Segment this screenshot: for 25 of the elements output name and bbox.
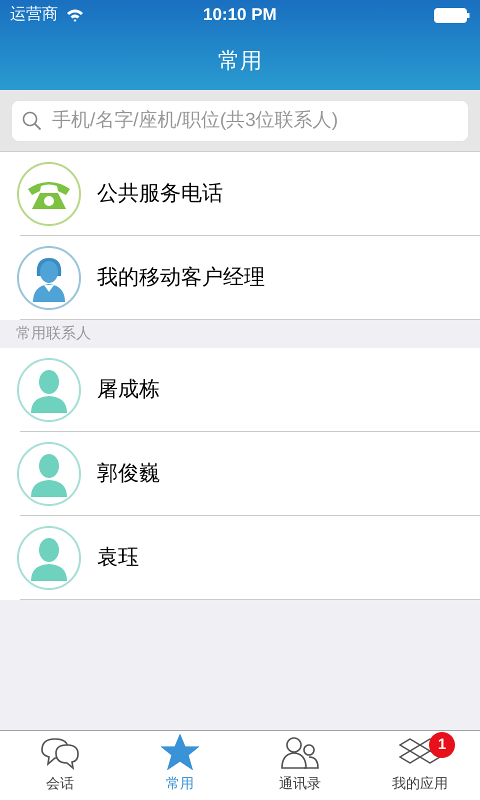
- search-field[interactable]: 手机/名字/座机/职位(共3位联系人): [12, 100, 468, 140]
- contact-name: 公共服务电话: [97, 181, 223, 208]
- chat-icon: [38, 736, 82, 770]
- contact-name: 屠成栋: [97, 377, 160, 404]
- phone-avatar-icon: [17, 162, 81, 226]
- battery-icon: [434, 8, 470, 22]
- contact-name: 郭俊巍: [97, 461, 160, 488]
- clock: 10:10 PM: [203, 4, 277, 26]
- star-icon: [161, 734, 199, 770]
- tab[interactable]: 1 我的应用: [360, 731, 480, 800]
- search-icon: [22, 110, 42, 130]
- section-header: 常用联系人: [16, 324, 91, 344]
- people-icon: [280, 736, 320, 770]
- carrier-label: 运营商: [10, 4, 58, 25]
- page-title: 常用: [218, 46, 262, 74]
- tab[interactable]: 通讯录: [240, 731, 360, 800]
- person-avatar-icon: [17, 442, 81, 506]
- person-avatar-icon: [17, 526, 81, 590]
- contact-name: 我的移动客户经理: [97, 265, 265, 292]
- notification-badge: 1: [429, 732, 455, 758]
- tab[interactable]: 会话: [0, 731, 120, 800]
- woman-avatar-icon: [17, 246, 81, 310]
- wifi-icon: [66, 8, 84, 22]
- contact-name: 袁珏: [97, 545, 139, 572]
- person-avatar-icon: [17, 358, 81, 422]
